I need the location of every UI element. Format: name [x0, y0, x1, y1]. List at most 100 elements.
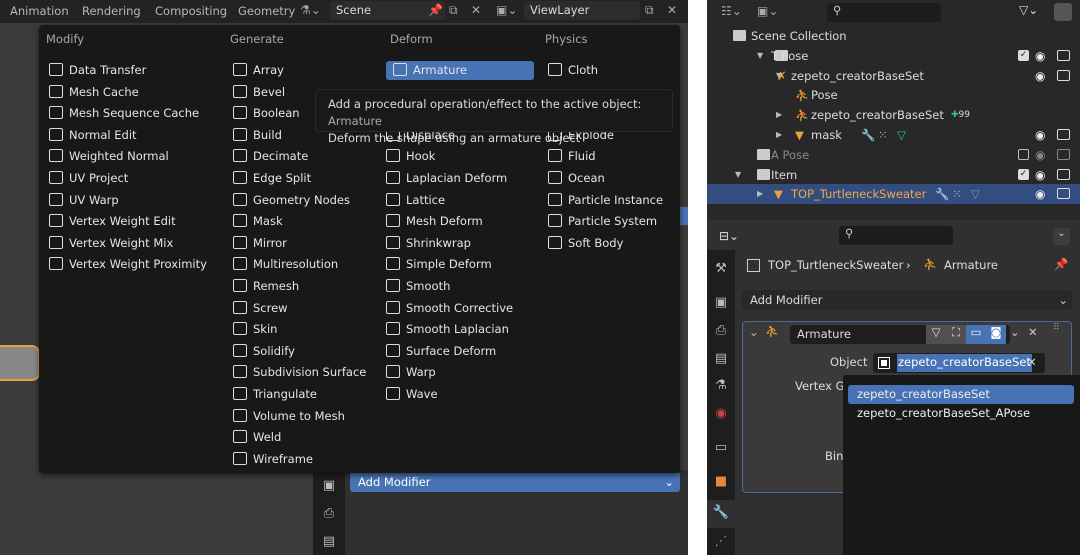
add-modifier-button[interactable]: Add Modifier ⌄	[350, 472, 680, 492]
modifier-tab-icon[interactable]: 🔧	[707, 500, 735, 528]
menu-item-particle-instance[interactable]: Particle Instance	[548, 191, 663, 210]
output-tab-icon[interactable]: ⎙	[713, 323, 729, 339]
edit-mode-icon[interactable]: ⛶	[946, 325, 966, 344]
editor-type-icon[interactable]: ⊟⌄	[719, 229, 739, 243]
clear-icon[interactable]: ✕	[1027, 355, 1037, 369]
outliner-row[interactable]: ▼ ✗ zepeto_creatorBaseSet ◉	[707, 66, 1080, 86]
eye-icon[interactable]: ◉	[1035, 184, 1045, 204]
delete-modifier-icon[interactable]: ✕	[1028, 325, 1038, 339]
expand-arrow-icon[interactable]: ▶	[776, 125, 782, 145]
menu-item-warp[interactable]: Warp	[386, 363, 436, 382]
menu-item-boolean[interactable]: Boolean	[233, 104, 300, 123]
menu-item-edge-split[interactable]: Edge Split	[233, 169, 311, 188]
menu-item-smooth[interactable]: Smooth	[386, 277, 450, 296]
menu-item-smooth-corrective[interactable]: Smooth Corrective	[386, 299, 513, 318]
menu-item-uv-warp[interactable]: UV Warp	[49, 191, 119, 210]
pin-icon[interactable]: 📌	[428, 3, 443, 17]
view-layer-tab-icon[interactable]: ▤	[321, 534, 337, 550]
camera-icon[interactable]	[1057, 188, 1070, 200]
mesh-data-icon[interactable]: ▽	[971, 184, 980, 204]
menu-item-hook[interactable]: Hook	[386, 147, 435, 166]
outliner-row[interactable]: ▼ Item ✓ ◉	[707, 165, 1080, 185]
world-tab-icon[interactable]: ◉	[713, 406, 729, 422]
menu-item-surface-deform[interactable]: Surface Deform	[386, 342, 496, 361]
camera-icon[interactable]	[1057, 168, 1070, 180]
menu-item-particle-system[interactable]: Particle System	[548, 212, 657, 231]
properties-search-input[interactable]: ⚲	[839, 226, 953, 245]
menu-item-screw[interactable]: Screw	[233, 299, 288, 318]
dropdown-chevron-icon[interactable]: ⌄	[1010, 325, 1020, 339]
tab-geometry[interactable]: Geometry	[238, 4, 295, 18]
menu-item-volume-to-mesh[interactable]: Volume to Mesh	[233, 407, 345, 426]
camera-icon[interactable]	[1057, 129, 1070, 140]
copy-icon[interactable]: ⧉	[449, 3, 458, 18]
menu-item-mirror[interactable]: Mirror	[233, 234, 287, 253]
filter-icon[interactable]: ▽⌄	[1019, 3, 1038, 17]
vertex-groups-icon[interactable]: ⁙	[878, 125, 888, 145]
pin-icon[interactable]: 📌	[1054, 257, 1068, 271]
menu-item-fluid[interactable]: Fluid	[548, 147, 596, 166]
menu-item-skin[interactable]: Skin	[233, 320, 277, 339]
menu-item-lattice[interactable]: Lattice	[386, 191, 445, 210]
menu-item-weld[interactable]: Weld	[233, 428, 281, 447]
menu-item-uv-project[interactable]: UV Project	[49, 169, 128, 188]
drag-handle-icon[interactable]: ⠿	[1053, 323, 1060, 333]
output-tab-icon[interactable]: ⎙	[321, 506, 337, 522]
exclude-checkbox[interactable]: ✓	[1018, 168, 1029, 180]
outliner-row[interactable]: ▶ ▼ mask 🔧 ⁙ ▽ ◉	[707, 125, 1080, 145]
menu-item-geometry-nodes[interactable]: Geometry Nodes	[233, 191, 350, 210]
exclude-checkbox[interactable]	[1018, 148, 1029, 160]
new-collection-icon[interactable]	[1054, 3, 1072, 21]
menu-item-data-transfer[interactable]: Data Transfer	[49, 61, 146, 80]
options-chevron-icon[interactable]: ⌄	[1053, 228, 1070, 245]
viewport-display-icon[interactable]: ▭	[966, 325, 986, 344]
outliner-row[interactable]: Scene Collection	[707, 26, 1080, 46]
eye-icon[interactable]: ◉	[1035, 165, 1045, 185]
exclude-checkbox[interactable]: ✓	[1018, 49, 1029, 61]
viewlayer-field[interactable]: ViewLayer	[524, 1, 640, 20]
tool-tab-icon[interactable]: ⚒	[713, 261, 729, 277]
outliner-row[interactable]: ▶ ▼ TOP_TurtleneckSweater 🔧 ⁙ ▽ ◉	[707, 184, 1080, 205]
view-layer-tab-icon[interactable]: ▤	[713, 351, 729, 367]
collection-tab-icon[interactable]: ▭	[713, 440, 729, 456]
menu-item-multiresolution[interactable]: Multiresolution	[233, 255, 338, 274]
eye-icon[interactable]: ◉	[1035, 125, 1045, 145]
expand-arrow-icon[interactable]: ▶	[776, 105, 782, 125]
collapse-chevron-icon[interactable]: ⌄	[749, 325, 759, 339]
expand-arrow-icon[interactable]: ▼	[735, 165, 741, 185]
scene-tab-icon[interactable]: ⚗	[713, 378, 729, 394]
close-icon[interactable]: ✕	[471, 3, 481, 17]
menu-item-soft-body[interactable]: Soft Body	[548, 234, 623, 253]
menu-item-vertex-weight-edit[interactable]: Vertex Weight Edit	[49, 212, 176, 231]
add-modifier-button[interactable]: Add Modifier ⌄	[742, 290, 1072, 310]
modifier-icon[interactable]: 🔧	[935, 184, 949, 204]
tab-compositing[interactable]: Compositing	[155, 4, 227, 18]
menu-item-decimate[interactable]: Decimate	[233, 147, 308, 166]
tab-rendering[interactable]: Rendering	[82, 4, 141, 18]
render-icon[interactable]: ◙	[986, 325, 1006, 344]
outliner-row[interactable]: ▼ T Pose ✓ ◉	[707, 46, 1080, 66]
display-mode-icon[interactable]: ☷⌄	[721, 4, 742, 18]
scene-icon[interactable]: ⚗⌄	[300, 3, 321, 17]
render-tab-icon[interactable]: ▣	[713, 295, 729, 311]
scene-tab-icon[interactable]: ▣	[321, 478, 337, 494]
menu-item-remesh[interactable]: Remesh	[233, 277, 299, 296]
dropdown-option[interactable]: zepeto_creatorBaseSet	[848, 385, 1074, 404]
dropdown-option[interactable]: zepeto_creatorBaseSet_APose	[848, 404, 1074, 423]
copy-icon[interactable]: ⧉	[645, 3, 654, 18]
menu-item-ocean[interactable]: Ocean	[548, 169, 605, 188]
close-icon[interactable]: ✕	[667, 3, 677, 17]
filter-view-icon[interactable]: ▣⌄	[757, 4, 778, 18]
menu-item-mask[interactable]: Mask	[233, 212, 283, 231]
mesh-data-icon[interactable]: ▽	[897, 125, 906, 145]
menu-item-laplacian-deform[interactable]: Laplacian Deform	[386, 169, 507, 188]
camera-icon[interactable]	[1057, 148, 1070, 160]
object-tab-icon[interactable]: ■	[713, 474, 729, 490]
menu-item-weighted-normal[interactable]: Weighted Normal	[49, 147, 169, 166]
eye-icon[interactable]: ◉	[1035, 46, 1045, 66]
menu-item-mesh-sequence-cache[interactable]: Mesh Sequence Cache	[49, 104, 199, 123]
outliner-row[interactable]: ⛹ Pose	[707, 85, 1080, 105]
menu-item-solidify[interactable]: Solidify	[233, 342, 295, 361]
viewlayer-icon[interactable]: ▣⌄	[496, 3, 517, 17]
menu-item-normal-edit[interactable]: Normal Edit	[49, 126, 137, 145]
